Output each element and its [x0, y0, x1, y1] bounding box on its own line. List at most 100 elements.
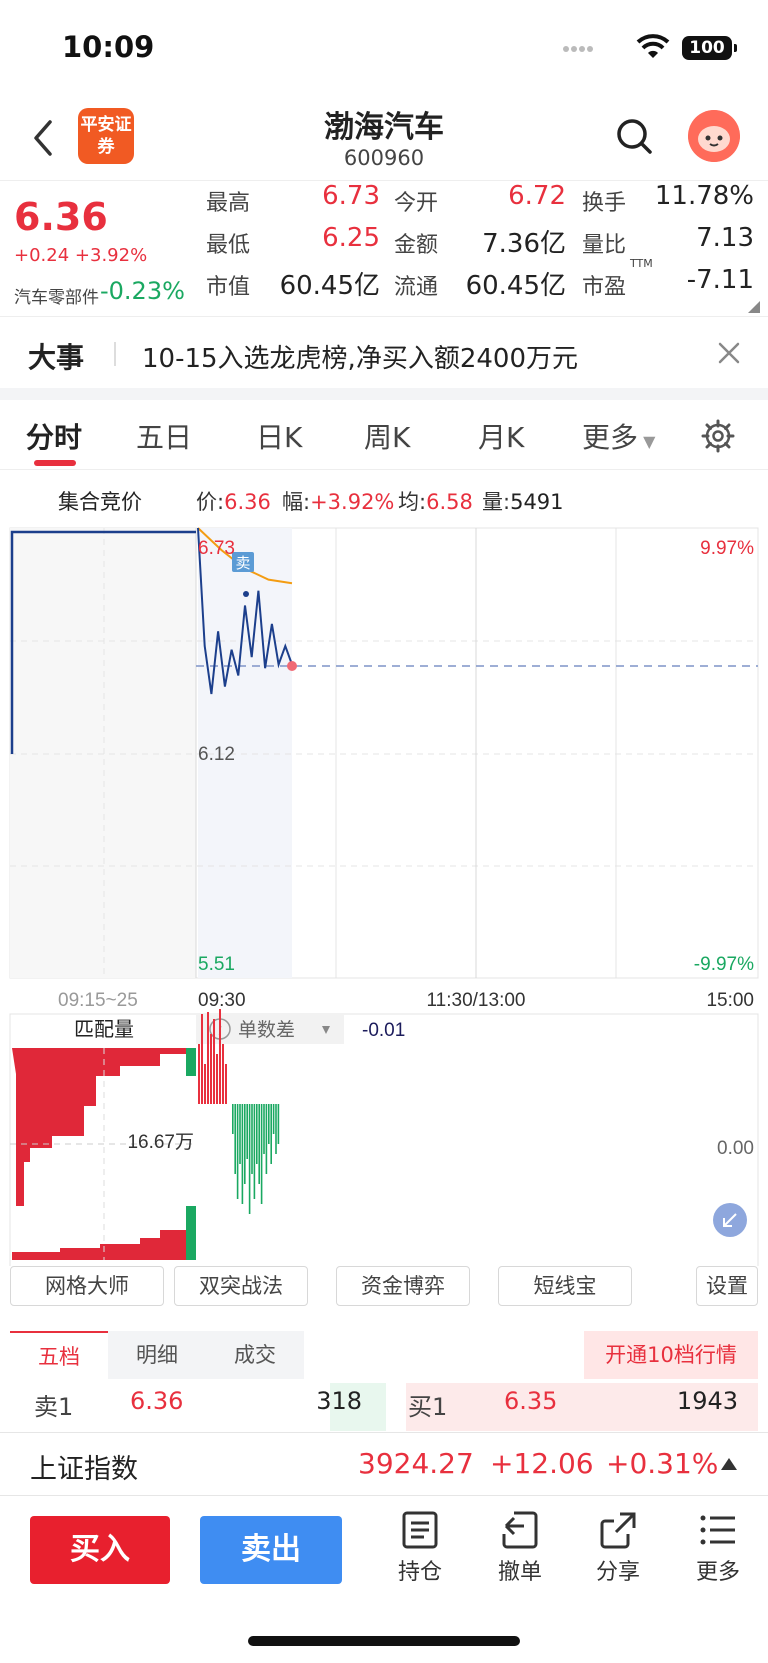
turnover-value: 11.78%	[654, 181, 754, 211]
pe-label: 市盈	[582, 275, 627, 300]
diff-bar-down	[256, 1104, 258, 1164]
share-button[interactable]: 分享	[578, 1510, 658, 1586]
caret-up-icon[interactable]	[720, 1457, 738, 1471]
tool-grid-master[interactable]: 网格大师	[10, 1266, 164, 1306]
more-label: 更多	[695, 1560, 740, 1585]
index-value: 3924.27	[358, 1447, 474, 1480]
diff-bar-down	[268, 1104, 270, 1144]
tab-indicator	[34, 460, 76, 466]
tab-daily-k[interactable]: 日K	[256, 416, 302, 456]
intraday-info: 集合竞价 价:6.36 幅:+3.92% 均:6.58 量:5491	[0, 474, 768, 526]
pe-ttm-sup: TTM	[630, 257, 653, 270]
y-max-label: 6.73	[198, 538, 235, 559]
auction-area	[10, 528, 196, 978]
float-value: 60.45亿	[465, 271, 566, 301]
tool-settings[interactable]: 设置	[696, 1266, 758, 1306]
tab-details[interactable]: 明细	[108, 1331, 206, 1379]
index-name: 上证指数	[30, 1454, 138, 1485]
close-icon[interactable]	[714, 338, 744, 368]
buy1-volume: 1943	[676, 1387, 738, 1415]
high-label: 最高	[206, 191, 251, 216]
more-icon	[700, 1515, 735, 1545]
buy1-price[interactable]: 6.35	[504, 1387, 557, 1431]
pe-value: -7.11	[686, 265, 754, 295]
diff-bar-up	[222, 1044, 224, 1104]
more-button[interactable]: 更多	[678, 1510, 758, 1586]
sector-name[interactable]: 汽车零部件	[14, 283, 99, 308]
tab-monthly-k[interactable]: 月K	[478, 416, 524, 456]
sector-change[interactable]: -0.23%	[100, 277, 185, 305]
positions-icon	[402, 1511, 438, 1549]
section-gap	[0, 388, 768, 400]
assistant-avatar-icon[interactable]	[688, 110, 740, 162]
turnover-label: 换手	[582, 191, 627, 216]
diff-bar-down	[275, 1104, 277, 1154]
order-book: 五档 明细 成交 开通10档行情 卖1 6.36 318 买1 6.35 194…	[10, 1331, 758, 1431]
clock: 10:09	[62, 30, 155, 64]
diff-bar-down	[244, 1104, 246, 1184]
share-icon	[600, 1512, 636, 1549]
tool-capital-game[interactable]: 资金博弈	[336, 1266, 470, 1306]
sell-button[interactable]: 卖出	[200, 1516, 342, 1584]
diff-bar-down	[263, 1104, 265, 1154]
positions-button[interactable]: 持仓	[380, 1510, 460, 1586]
upgrade-level10-button[interactable]: 开通10档行情	[584, 1331, 758, 1379]
volratio-label: 量比	[582, 233, 627, 258]
tab-more[interactable]: 更多 ▼	[582, 416, 655, 456]
cancel-order-button[interactable]: 撤单	[480, 1510, 560, 1586]
diff-bar-down	[258, 1104, 260, 1184]
y-min-label: 5.51	[198, 954, 235, 975]
tab-weekly-k[interactable]: 周K	[364, 416, 410, 456]
signal-icon	[563, 46, 593, 52]
diff-bar-down	[272, 1104, 275, 1134]
quote-panel: 6.36 +0.24 +3.92% 汽车零部件 -0.23% 最高 6.73 最…	[0, 180, 768, 317]
tab-trades[interactable]: 成交	[206, 1331, 304, 1379]
expand-corner-icon[interactable]	[748, 301, 760, 313]
news-tag: 大事	[28, 341, 85, 374]
stock-header: 平安证券 渤海汽车 600960	[0, 96, 768, 180]
cancel-order-icon	[502, 1511, 538, 1549]
match-volume-bottom	[12, 1230, 186, 1260]
index-ticker[interactable]: 上证指数 3924.27 +12.06 +0.31%	[0, 1432, 768, 1496]
time-label-auction: 09:15~25	[58, 990, 138, 1011]
home-indicator	[248, 1636, 520, 1646]
news-text[interactable]: 10-15入选龙虎榜,净买入额2400万元	[142, 338, 578, 375]
amount-label: 金额	[394, 233, 439, 258]
intraday-chart-svg[interactable]: 卖 6.73 6.12 5.51 9.97% -9.97% 09:15~25 0…	[0, 526, 768, 1271]
open-value: 6.72	[508, 181, 566, 211]
diff-bar-down	[277, 1104, 280, 1144]
diff-bar-up	[225, 1064, 227, 1104]
high-value: 6.73	[322, 181, 380, 211]
diff-bar-down	[265, 1104, 268, 1174]
diff-bar-up	[207, 1012, 209, 1104]
news-banner[interactable]: 大事 10-15入选龙虎榜,净买入额2400万元	[0, 318, 768, 388]
buy1-label: 买1	[408, 1393, 448, 1421]
info-volume: 量:5491	[482, 490, 564, 514]
low-label: 最低	[206, 233, 251, 258]
y-mid-label: 6.12	[198, 744, 235, 765]
time-label-close: 15:00	[706, 990, 754, 1011]
diff-bar-down	[234, 1104, 236, 1174]
chart-tabs: 分时 五日 日K 周K 月K 更多 ▼	[0, 400, 768, 470]
time-label-open: 09:30	[198, 990, 246, 1011]
tab-intraday[interactable]: 分时	[26, 416, 82, 456]
diff-bar-down	[239, 1104, 241, 1164]
buy-button[interactable]: 买入	[30, 1516, 170, 1584]
diff-bar-down	[241, 1104, 244, 1204]
sell1-label: 卖1	[34, 1393, 74, 1421]
search-icon[interactable]	[614, 116, 654, 156]
share-label: 分享	[595, 1560, 640, 1585]
tab-five-level[interactable]: 五档	[10, 1331, 108, 1379]
tab-five-day[interactable]: 五日	[136, 416, 192, 456]
diff-bar-down	[232, 1104, 234, 1134]
diff-bar-down	[246, 1104, 248, 1159]
zero-value-label: 0.00	[717, 1138, 754, 1159]
auction-label[interactable]: 集合竞价	[58, 486, 142, 516]
float-label: 流通	[394, 275, 439, 300]
sell1-price[interactable]: 6.36	[130, 1387, 183, 1431]
intraday-chart[interactable]: 卖 6.73 6.12 5.51 9.97% -9.97% 09:15~25 0…	[0, 526, 768, 1276]
tool-double-breakout[interactable]: 双突战法	[174, 1266, 308, 1306]
tool-short-line[interactable]: 短线宝	[498, 1266, 632, 1306]
gear-icon[interactable]	[700, 418, 736, 454]
sell-marker-label: 卖	[235, 555, 250, 572]
